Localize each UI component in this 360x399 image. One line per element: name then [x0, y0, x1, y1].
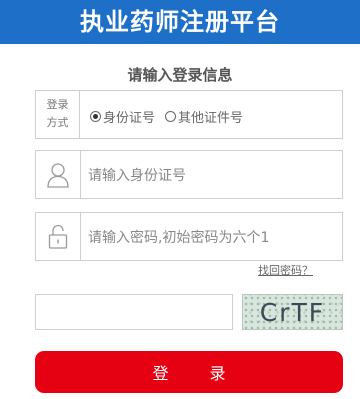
login-button[interactable]: 登 录 [35, 351, 343, 393]
login-type-label: 登录 方式 [36, 91, 80, 138]
login-type-box: 登录 方式 身份证号 其他证件号 [35, 90, 343, 139]
user-icon [36, 151, 81, 198]
radio-other-id[interactable]: 其他证件号 [165, 107, 243, 126]
password-input[interactable] [86, 213, 340, 262]
app-header: 执业药师注册平台 [0, 0, 360, 44]
id-number-input[interactable] [86, 151, 340, 200]
lock-icon [36, 213, 81, 260]
page-title: 执业药师注册平台 [80, 8, 280, 36]
radio-unchecked-icon[interactable] [165, 111, 177, 122]
captcha-image[interactable]: CrTF [242, 294, 343, 330]
id-number-field [35, 150, 343, 200]
radio-id-card[interactable]: 身份证号 [90, 107, 155, 126]
password-field [35, 212, 343, 262]
radio-checked-icon[interactable] [90, 111, 101, 122]
captcha-code: CrTF [259, 298, 326, 327]
forgot-password-link[interactable]: 找回密码？ [258, 262, 313, 278]
login-type-radio-group: 身份证号 其他证件号 [90, 107, 253, 126]
form-subtitle: 请输入登录信息 [127, 66, 233, 84]
captcha-input[interactable] [35, 294, 233, 330]
